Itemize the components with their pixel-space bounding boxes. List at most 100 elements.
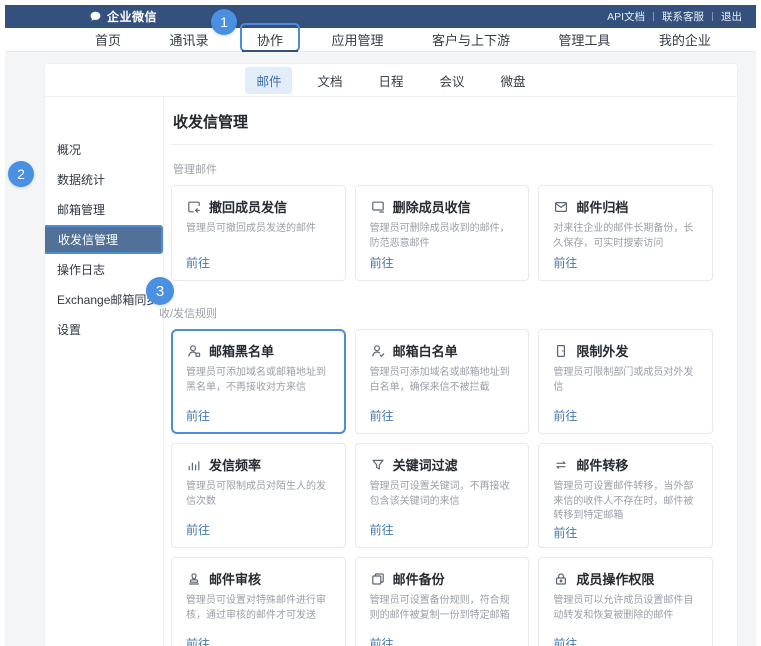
main-nav: 首页 通讯录 协作 应用管理 客户与上下游 管理工具 我的企业 bbox=[5, 28, 756, 52]
go-link[interactable]: 前往 bbox=[553, 524, 577, 541]
go-link[interactable]: 前往 bbox=[370, 254, 394, 271]
copy-icon bbox=[370, 571, 386, 587]
logout-link[interactable]: 退出 bbox=[721, 9, 742, 24]
go-link[interactable]: 前往 bbox=[186, 254, 210, 271]
go-link[interactable]: 前往 bbox=[186, 407, 210, 424]
page-title: 收发信管理 bbox=[173, 111, 713, 132]
card-title: 成员操作权限 bbox=[576, 569, 654, 588]
divider bbox=[653, 12, 654, 21]
card-delete-received: 删除成员收信 管理员可删除成员收到的邮件，防范恶意邮件 前往 bbox=[355, 185, 530, 281]
chat-bubble-icon bbox=[89, 10, 102, 23]
go-link[interactable]: 前往 bbox=[370, 407, 394, 424]
card-desc: 管理员可添加域名或邮箱地址到黑名单，不再接收对方来信 bbox=[186, 366, 331, 395]
card-desc: 管理员可以允许成员设置邮件自动转发和恢复被删除的邮件 bbox=[553, 594, 698, 623]
sidebar-item-mailbox-management[interactable]: 邮箱管理 bbox=[45, 195, 163, 224]
card-desc: 管理员可设置对特殊邮件进行审核，通过审核的邮件才可发送 bbox=[186, 594, 331, 623]
screen: 企业微信 API文档 联系客服 退出 首页 通讯录 协作 应用管理 客户与上下游… bbox=[0, 0, 761, 646]
contact-support-link[interactable]: 联系客服 bbox=[662, 9, 704, 24]
content-region: 邮件 文档 日程 会议 微盘 概况 数据统计 邮箱管理 收发信管理 操作日志 E… bbox=[5, 52, 756, 646]
frequency-bars-icon bbox=[186, 457, 202, 473]
tab-docs[interactable]: 文档 bbox=[306, 67, 353, 94]
nav-item-collaboration[interactable]: 协作 bbox=[257, 30, 283, 49]
divider bbox=[712, 12, 713, 21]
card-desc: 管理员可删除成员收到的邮件，防范恶意邮件 bbox=[370, 222, 515, 251]
card-desc: 管理员可限制部门或成员对外发信 bbox=[553, 366, 698, 395]
sidebar-item-settings[interactable]: 设置 bbox=[45, 315, 163, 344]
step-badge-3: 3 bbox=[146, 277, 174, 305]
tab-drive[interactable]: 微盘 bbox=[490, 67, 537, 94]
tab-mail[interactable]: 邮件 bbox=[245, 67, 292, 94]
go-link[interactable]: 前往 bbox=[553, 635, 577, 646]
card-desc: 管理员可设置备份规则，符合规则的邮件被复制一份到特定邮箱 bbox=[370, 594, 515, 623]
nav-item-app-management[interactable]: 应用管理 bbox=[331, 30, 383, 49]
card-title: 邮箱白名单 bbox=[393, 341, 458, 360]
card-desc: 管理员可撤回成员发送的邮件 bbox=[186, 222, 331, 237]
card-mail-audit: 邮件审核 管理员可设置对特殊邮件进行审核，通过审核的邮件才可发送 前往 bbox=[171, 557, 346, 646]
divider bbox=[171, 144, 713, 145]
mail-sidebar: 概况 数据统计 邮箱管理 收发信管理 操作日志 Exchange邮箱同步 设置 bbox=[45, 97, 164, 646]
go-link[interactable]: 前往 bbox=[553, 407, 577, 424]
rules-cards: 邮箱黑名单 管理员可添加域名或邮箱地址到黑名单，不再接收对方来信 前往 邮箱白名… bbox=[171, 329, 713, 646]
go-link[interactable]: 前往 bbox=[186, 635, 210, 646]
mail-admin-panel: 邮件 文档 日程 会议 微盘 概况 数据统计 邮箱管理 收发信管理 操作日志 E… bbox=[45, 64, 737, 646]
card-title: 邮件转移 bbox=[576, 455, 628, 474]
topbar-links: API文档 联系客服 退出 bbox=[607, 9, 742, 24]
card-keyword-filter: 关键词过滤 管理员可设置关键词，不再接收包含该关键词的来信 前往 bbox=[355, 443, 530, 548]
card-title: 邮箱黑名单 bbox=[209, 341, 274, 360]
panel-body: 概况 数据统计 邮箱管理 收发信管理 操作日志 Exchange邮箱同步 设置 … bbox=[45, 97, 737, 646]
card-mail-backup: 邮件备份 管理员可设置备份规则，符合规则的邮件被复制一份到特定邮箱 前往 bbox=[355, 557, 530, 646]
nav-item-customers[interactable]: 客户与上下游 bbox=[432, 30, 510, 49]
sidebar-item-operation-log[interactable]: 操作日志 bbox=[45, 255, 163, 284]
lock-icon bbox=[553, 571, 569, 587]
nav-item-contacts[interactable]: 通讯录 bbox=[169, 30, 208, 49]
card-mail-archive: 邮件归档 对来往企业的邮件长期备份，长久保存，可实时搜索访问 前往 bbox=[538, 185, 713, 281]
stamp-icon bbox=[186, 571, 202, 587]
card-title: 删除成员收信 bbox=[393, 197, 471, 216]
manage-mail-cards: 撤回成员发信 管理员可撤回成员发送的邮件 前往 删除成员收信 管理 bbox=[171, 185, 713, 281]
topbar: 企业微信 API文档 联系客服 退出 bbox=[5, 5, 756, 28]
card-title: 邮件归档 bbox=[576, 197, 628, 216]
transfer-arrows-icon bbox=[553, 457, 569, 473]
card-recall-mail: 撤回成员发信 管理员可撤回成员发送的邮件 前往 bbox=[171, 185, 346, 281]
card-send-frequency: 发信频率 管理员可限制成员对陌生人的发信次数 前往 bbox=[171, 443, 346, 548]
step-badge-1: 1 bbox=[211, 9, 237, 35]
nav-item-my-company[interactable]: 我的企业 bbox=[659, 30, 711, 49]
tab-calendar[interactable]: 日程 bbox=[367, 67, 414, 94]
card-title: 限制外发 bbox=[576, 341, 628, 360]
user-block-icon bbox=[186, 343, 202, 359]
logo-text: 企业微信 bbox=[107, 8, 157, 25]
card-desc: 管理员可设置邮件转移，当外部来信的收件人不存在时，邮件被转移到特定邮箱 bbox=[553, 480, 698, 524]
sidebar-item-send-receive-management[interactable]: 收发信管理 bbox=[45, 225, 163, 254]
sidebar-item-overview[interactable]: 概况 bbox=[45, 135, 163, 164]
user-check-icon bbox=[370, 343, 386, 359]
section-label-manage-mail: 管理邮件 bbox=[173, 161, 713, 177]
collab-subtabs: 邮件 文档 日程 会议 微盘 bbox=[45, 64, 737, 97]
card-title: 邮件审核 bbox=[209, 569, 261, 588]
api-docs-link[interactable]: API文档 bbox=[607, 9, 645, 24]
go-link[interactable]: 前往 bbox=[186, 521, 210, 538]
go-link[interactable]: 前往 bbox=[370, 521, 394, 538]
card-desc: 管理员可设置关键词，不再接收包含该关键词的来信 bbox=[370, 480, 515, 509]
nav-item-admin-tools[interactable]: 管理工具 bbox=[558, 30, 610, 49]
card-whitelist: 邮箱白名单 管理员可添加域名或邮箱地址到白名单，确保来信不被拦截 前往 bbox=[355, 329, 530, 434]
keyword-funnel-icon bbox=[370, 457, 386, 473]
recall-mail-icon bbox=[186, 199, 202, 215]
card-member-permissions: 成员操作权限 管理员可以允许成员设置邮件自动转发和恢复被删除的邮件 前往 bbox=[538, 557, 713, 646]
tab-meeting[interactable]: 会议 bbox=[429, 67, 476, 94]
step-badge-2: 2 bbox=[8, 161, 34, 187]
card-restrict-outgoing: 限制外发 管理员可限制部门或成员对外发信 前往 bbox=[538, 329, 713, 434]
card-desc: 对来往企业的邮件长期备份，长久保存，可实时搜索访问 bbox=[553, 222, 698, 251]
sidebar-item-data-stats[interactable]: 数据统计 bbox=[45, 165, 163, 194]
mail-archive-icon bbox=[553, 199, 569, 215]
go-link[interactable]: 前往 bbox=[553, 254, 577, 271]
go-link[interactable]: 前往 bbox=[370, 635, 394, 646]
delete-mail-icon bbox=[370, 199, 386, 215]
nav-item-home[interactable]: 首页 bbox=[95, 30, 121, 49]
card-mail-transfer: 邮件转移 管理员可设置邮件转移，当外部来信的收件人不存在时，邮件被转移到特定邮箱… bbox=[538, 443, 713, 548]
section-label-rules: 收/发信规则 bbox=[159, 305, 713, 321]
wecom-logo[interactable]: 企业微信 bbox=[89, 8, 157, 25]
card-desc: 管理员可限制成员对陌生人的发信次数 bbox=[186, 480, 331, 509]
card-title: 发信频率 bbox=[209, 455, 261, 474]
door-icon bbox=[553, 343, 569, 359]
card-blacklist: 邮箱黑名单 管理员可添加域名或邮箱地址到黑名单，不再接收对方来信 前往 bbox=[171, 329, 346, 434]
